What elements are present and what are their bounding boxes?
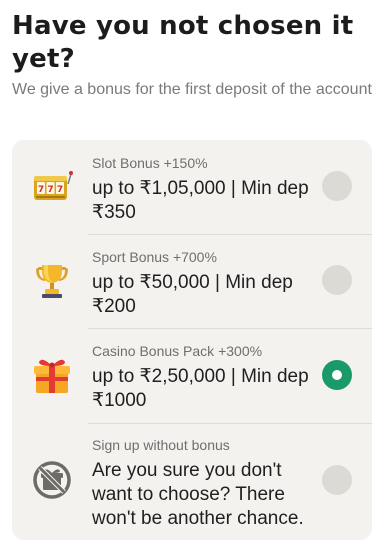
bonus-options-card: 7 7 7 Slot Bonus +150% up to ₹1,05,000 |… xyxy=(12,140,372,540)
bonus-option-casino[interactable]: Casino Bonus Pack +300% up to ₹2,50,000 … xyxy=(12,329,372,423)
bonus-option-text: Sport Bonus +700% up to ₹50,000 | Min de… xyxy=(92,249,314,319)
bonus-option-description: up to ₹1,05,000 | Min dep ₹350 xyxy=(92,178,309,223)
bonus-option-label: Sport Bonus +700% xyxy=(92,249,217,265)
bonus-option-text: Casino Bonus Pack +300% up to ₹2,50,000 … xyxy=(92,343,314,413)
trophy-icon xyxy=(30,259,74,303)
bonus-option-text: Sign up without bonus Are you sure you d… xyxy=(92,437,314,531)
radio-dot xyxy=(332,370,342,380)
bonus-option-none[interactable]: Sign up without bonus Are you sure you d… xyxy=(12,424,372,540)
svg-text:7: 7 xyxy=(38,185,44,195)
bonus-radio-button[interactable] xyxy=(322,265,352,295)
slot-machine-icon: 7 7 7 xyxy=(30,165,74,209)
bonus-option-slot[interactable]: 7 7 7 Slot Bonus +150% up to ₹1,05,000 |… xyxy=(12,140,372,234)
svg-text:7: 7 xyxy=(57,185,63,195)
bonus-option-description: Are you sure you don't want to choose? T… xyxy=(92,460,304,529)
gift-box-icon xyxy=(30,353,74,397)
bonus-option-sport[interactable]: Sport Bonus +700% up to ₹50,000 | Min de… xyxy=(12,235,372,328)
bonus-radio-button[interactable] xyxy=(322,465,352,495)
no-bonus-icon xyxy=(30,458,74,502)
bonus-option-description: up to ₹50,000 | Min dep ₹200 xyxy=(92,272,293,317)
bonus-option-label: Sign up without bonus xyxy=(92,437,230,453)
page-subtitle: We give a bonus for the first deposit of… xyxy=(12,81,372,98)
bonus-radio-button-selected[interactable] xyxy=(322,360,352,390)
bonus-radio-button[interactable] xyxy=(322,171,352,201)
bonus-option-text: Slot Bonus +150% up to ₹1,05,000 | Min d… xyxy=(92,155,314,225)
bonus-option-label: Slot Bonus +150% xyxy=(92,155,208,171)
bonus-option-label: Casino Bonus Pack +300% xyxy=(92,343,263,359)
bonus-option-description: up to ₹2,50,000 | Min dep ₹1000 xyxy=(92,366,309,411)
page-title: Have you not chosen it yet? xyxy=(12,11,354,74)
svg-text:7: 7 xyxy=(47,185,53,195)
bonus-selection-page: Have you not chosen it yet? We give a bo… xyxy=(0,0,388,552)
